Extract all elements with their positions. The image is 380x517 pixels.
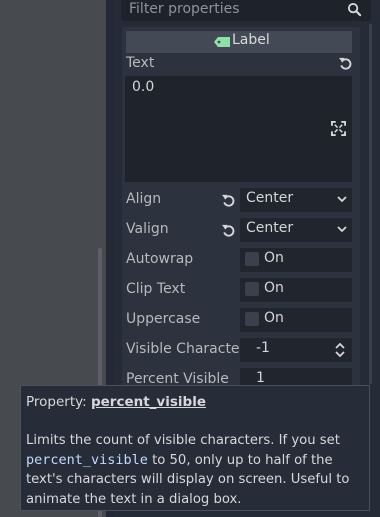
tooltip-property-name: percent_visible bbox=[90, 394, 206, 410]
section-header-label[interactable]: Label bbox=[126, 31, 352, 53]
autowrap-value: On bbox=[264, 250, 284, 266]
uppercase-value: On bbox=[264, 310, 284, 326]
chevron-down-icon bbox=[337, 226, 347, 233]
clip-text-value: On bbox=[264, 280, 284, 296]
checkbox[interactable] bbox=[245, 252, 259, 266]
autowrap-toggle[interactable]: On bbox=[240, 248, 352, 272]
valign-dropdown[interactable]: Center bbox=[240, 218, 352, 242]
text-value-field[interactable]: 0.0 bbox=[125, 76, 321, 182]
property-label-align: Align bbox=[126, 191, 162, 207]
property-label-clip-text: Clip Text bbox=[126, 281, 186, 297]
filter-placeholder: Filter properties bbox=[129, 1, 240, 17]
tooltip-prefix: Property: bbox=[26, 394, 91, 410]
align-dropdown[interactable]: Center bbox=[240, 188, 352, 212]
revert-icon[interactable] bbox=[338, 56, 353, 71]
uppercase-toggle[interactable]: On bbox=[240, 308, 352, 332]
inspector-scrollbar[interactable] bbox=[369, 24, 372, 384]
search-icon bbox=[347, 2, 362, 17]
property-label-text: Text bbox=[126, 55, 155, 71]
tooltip-code: percent_visible bbox=[26, 451, 148, 468]
revert-icon[interactable] bbox=[221, 193, 236, 208]
property-label-visible-character: Visible Character bbox=[126, 341, 246, 357]
percent-visible-value: 1 bbox=[256, 370, 265, 386]
chevron-down-icon bbox=[337, 196, 347, 203]
visible-character-spinbox[interactable]: -1 bbox=[240, 338, 352, 362]
visible-character-value: -1 bbox=[256, 340, 270, 356]
tooltip-desc-part1: Limits the count of visible characters. … bbox=[26, 433, 340, 448]
property-tooltip: Property: percent_visible Limits the cou… bbox=[20, 385, 370, 511]
filter-properties-input[interactable]: Filter properties bbox=[121, 0, 371, 21]
tooltip-description: Limits the count of visible characters. … bbox=[26, 431, 362, 509]
label-node-icon bbox=[214, 37, 230, 47]
spin-arrows-icon[interactable] bbox=[334, 342, 346, 358]
checkbox[interactable] bbox=[245, 312, 259, 326]
align-value: Center bbox=[246, 190, 294, 206]
clip-text-toggle[interactable]: On bbox=[240, 278, 352, 302]
tooltip-title: Property: percent_visible bbox=[26, 394, 206, 410]
text-expand-strip bbox=[321, 76, 352, 182]
text-value: 0.0 bbox=[132, 79, 155, 95]
expand-icon[interactable] bbox=[331, 121, 346, 136]
checkbox[interactable] bbox=[245, 282, 259, 296]
property-label-autowrap: Autowrap bbox=[126, 251, 194, 267]
valign-value: Center bbox=[246, 220, 294, 236]
revert-icon[interactable] bbox=[221, 223, 236, 238]
property-label-valign: Valign bbox=[126, 221, 169, 237]
section-title: Label bbox=[232, 32, 270, 48]
property-label-uppercase: Uppercase bbox=[126, 311, 201, 327]
